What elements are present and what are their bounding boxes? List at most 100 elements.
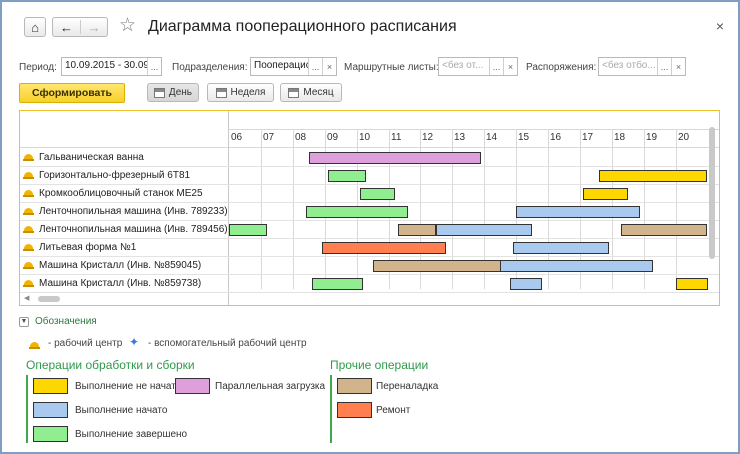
operation-bar-not-started[interactable] — [599, 170, 707, 182]
work-center-row-label[interactable]: Литьевая форма №1 — [23, 239, 136, 256]
scale-week-label: Неделя — [230, 87, 266, 98]
hour-label: 15 — [518, 132, 530, 143]
hour-label: 18 — [614, 132, 626, 143]
work-center-row-label[interactable]: Ленточнопильная машина (Инв. 789456) — [23, 221, 228, 238]
hour-label: 14 — [486, 132, 498, 143]
operation-bar-started[interactable] — [510, 278, 542, 290]
operation-bar-started[interactable] — [436, 224, 532, 236]
hour-label: 19 — [646, 132, 658, 143]
processing-ops-title: Операции обработки и сборки — [26, 358, 195, 372]
hour-label: 16 — [550, 132, 562, 143]
work-center-row-label[interactable]: Горизонтально-фрезерный 6Т81 — [23, 167, 190, 184]
work-center-row-label[interactable]: Ленточнопильная машина (Инв. 789233) — [23, 203, 228, 220]
work-center-icon — [23, 244, 34, 251]
operation-bar-completed[interactable] — [312, 278, 363, 290]
scale-day-button[interactable]: День — [147, 83, 199, 102]
operation-bar-not-started[interactable] — [676, 278, 708, 290]
operation-bar-completed[interactable] — [360, 188, 395, 200]
work-center-icon — [29, 342, 40, 349]
work-center-icon — [23, 190, 34, 197]
work-center-name: Горизонтально-фрезерный 6Т81 — [39, 170, 191, 181]
operation-bar-setup[interactable] — [621, 224, 707, 236]
swatch-completed — [33, 426, 68, 442]
route-sheets-placeholder: <без от... — [442, 60, 484, 71]
home-icon: ⌂ — [31, 19, 39, 35]
hour-label: 13 — [454, 132, 466, 143]
home-button[interactable]: ⌂ — [24, 17, 46, 37]
work-center-icon — [23, 262, 34, 269]
work-center-icon — [23, 226, 34, 233]
work-center-name: Ленточнопильная машина (Инв. 789456) — [39, 224, 228, 235]
other-ops-title: Прочие операции — [330, 358, 429, 372]
calendar-month-icon — [288, 87, 300, 98]
orders-select-button[interactable]: ... — [657, 58, 671, 75]
generate-button[interactable]: Сформировать — [19, 83, 125, 103]
hour-label: 17 — [582, 132, 594, 143]
operation-bar-parallel[interactable] — [309, 152, 481, 164]
horizontal-scrollbar[interactable]: ◀ — [22, 294, 712, 303]
legend-setup-label: Переналадка — [376, 381, 439, 392]
route-sheets-select-button[interactable]: ... — [489, 58, 503, 75]
orders-field[interactable]: <без отбо... ... × — [598, 57, 686, 76]
route-sheets-field[interactable]: <без от... ... × — [438, 57, 518, 76]
hour-label: 08 — [295, 132, 307, 143]
orders-clear-button[interactable]: × — [671, 58, 685, 75]
swatch-repair — [337, 402, 372, 418]
legend-started-label: Выполнение начато — [75, 405, 168, 416]
forward-icon[interactable]: → — [81, 20, 107, 35]
scale-month-label: Месяц — [303, 87, 334, 98]
hour-label: 12 — [422, 132, 434, 143]
operation-bar-repair[interactable] — [322, 242, 446, 254]
operation-bar-setup[interactable] — [398, 224, 436, 236]
period-field[interactable]: 10.09.2015 - 30.09. ... — [61, 57, 162, 76]
vertical-scrollbar[interactable] — [709, 127, 715, 259]
schedule-window: ⌂ ← → ☆ Диаграмма пооперационного распис… — [0, 0, 740, 454]
scale-week-button[interactable]: Неделя — [207, 83, 274, 102]
division-label: Подразделения: — [172, 62, 248, 73]
period-label: Период: — [19, 62, 57, 73]
favorite-star-icon[interactable]: ☆ — [119, 14, 136, 37]
work-center-icon — [23, 208, 34, 215]
gantt-chart: 06 07 08 09 10 11 12 13 14 15 16 17 18 19 20 Гальванич… — [19, 110, 720, 306]
division-select-button[interactable]: ... — [308, 58, 322, 75]
work-center-name: Кромкооблицовочный станок МЕ25 — [39, 188, 203, 199]
scroll-left-arrow-icon[interactable]: ◀ — [24, 294, 29, 302]
legend-toggle[interactable]: ▼ Обозначения — [19, 316, 97, 327]
route-sheets-clear-button[interactable]: × — [503, 58, 517, 75]
orders-placeholder: <без отбо... — [602, 60, 656, 71]
work-center-row-label[interactable]: Кромкооблицовочный станок МЕ25 — [23, 185, 203, 202]
operation-bar-not-started[interactable] — [583, 188, 628, 200]
calendar-week-icon — [215, 87, 227, 98]
division-field[interactable]: Пооперацис ... × — [250, 57, 337, 76]
work-center-name: Машина Кристалл (Инв. №859045) — [39, 260, 202, 271]
operation-bar-completed[interactable] — [229, 224, 267, 236]
scale-month-button[interactable]: Месяц — [280, 83, 342, 102]
operation-bar-started[interactable] — [516, 206, 640, 218]
work-center-row-label[interactable]: Машина Кристалл (Инв. №859045) — [23, 257, 201, 274]
period-select-button[interactable]: ... — [147, 58, 161, 75]
work-center-name: Гальваническая ванна — [39, 152, 144, 163]
hour-label: 09 — [327, 132, 339, 143]
legend-toggle-label: Обозначения — [35, 316, 97, 327]
operation-bar-setup[interactable] — [373, 260, 501, 272]
orders-label: Распоряжения: — [526, 62, 597, 73]
scale-day-label: День — [168, 87, 192, 98]
work-center-row-label[interactable]: Гальваническая ванна — [23, 149, 144, 166]
division-clear-button[interactable]: × — [322, 58, 336, 75]
work-center-name: Ленточнопильная машина (Инв. 789233) — [39, 206, 228, 217]
back-icon[interactable]: ← — [53, 20, 80, 35]
operation-bar-started[interactable] — [513, 242, 609, 254]
operation-bar-started[interactable] — [500, 260, 653, 272]
close-icon[interactable]: × — [716, 18, 724, 34]
horizontal-scrollbar-thumb[interactable] — [38, 296, 60, 302]
work-center-icon — [23, 280, 34, 287]
operation-bar-completed[interactable] — [328, 170, 366, 182]
legend-repair-label: Ремонт — [376, 405, 411, 416]
work-center-icon — [23, 154, 34, 161]
work-center-icon — [23, 172, 34, 179]
swatch-not-started — [33, 378, 68, 394]
nav-back-forward: ← → — [52, 17, 108, 37]
work-center-row-label[interactable]: Машина Кристалл (Инв. №859738) — [23, 275, 201, 292]
operation-bar-completed[interactable] — [306, 206, 408, 218]
hour-label: 11 — [391, 132, 402, 143]
